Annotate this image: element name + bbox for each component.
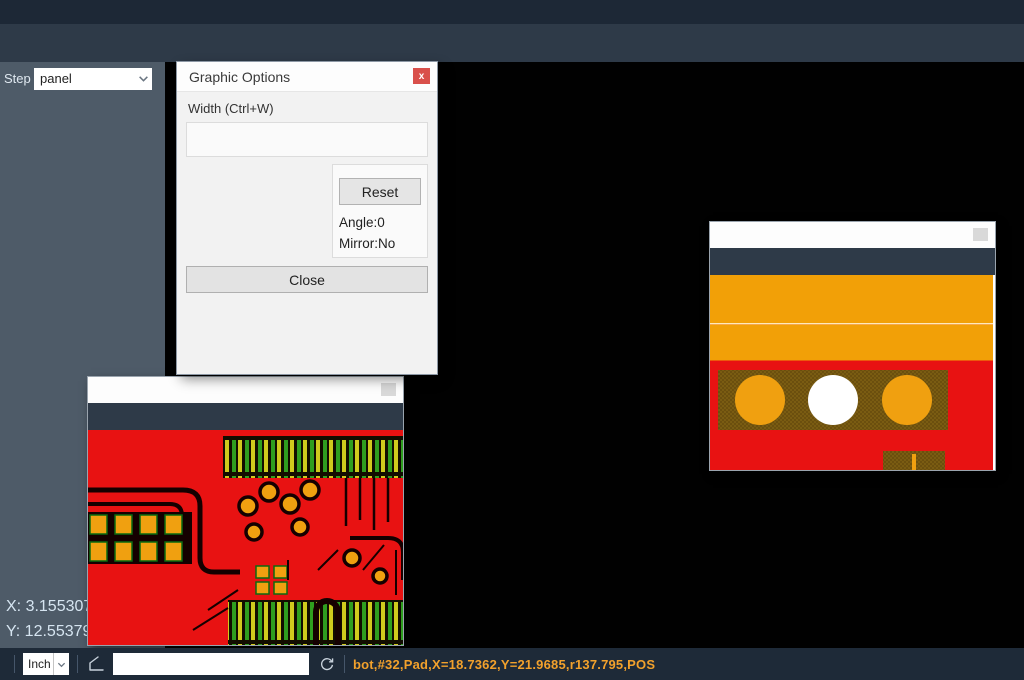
- chevron-down-icon: [53, 653, 69, 675]
- detail-zoom-popup: [88, 377, 403, 645]
- chevron-down-icon: [134, 73, 152, 84]
- transform-panel: Reset Angle:0 Mirror:No: [332, 164, 428, 258]
- detail-zoom-titlebar[interactable]: [88, 377, 403, 403]
- width-label: Width (Ctrl+W): [188, 101, 428, 116]
- width-mode-group: [186, 122, 428, 157]
- dialog-titlebar[interactable]: Graphic Options x: [177, 62, 437, 92]
- step-select-value: panel: [34, 71, 134, 86]
- mirror-readout: Mirror:No: [339, 236, 421, 251]
- angle-readout: Angle:0: [339, 215, 421, 230]
- detail-zoom-toolbar: [88, 403, 403, 430]
- cursor-x-readout: X: 3.155307: [6, 594, 100, 620]
- cursor-y-readout: Y: 12.553794: [6, 619, 100, 645]
- refresh-icon[interactable]: [318, 655, 336, 673]
- step-label: Step: [4, 71, 34, 86]
- step-select[interactable]: panel: [34, 68, 152, 90]
- reset-button[interactable]: Reset: [339, 178, 421, 205]
- menu-bar: [0, 0, 1024, 24]
- selection-status-message: bot,#32,Pad,X=18.7362,Y=21.9685,r137.795…: [353, 657, 655, 672]
- detail-zoom-view[interactable]: [88, 430, 403, 645]
- area-zoom-popup: [710, 222, 995, 470]
- dialog-body: Width (Ctrl+W) Reset Angle:0 Mirror:No: [177, 92, 437, 258]
- area-zoom-titlebar[interactable]: [710, 222, 995, 248]
- option-checkbox-list: [186, 164, 325, 258]
- area-zoom-view[interactable]: [710, 275, 993, 470]
- unit-select[interactable]: Inch: [23, 653, 69, 675]
- graphic-options-dialog: Graphic Options x Width (Ctrl+W) Reset A…: [177, 62, 437, 374]
- step-row: Step panel: [0, 62, 165, 95]
- close-button[interactable]: Close: [186, 266, 428, 293]
- close-icon[interactable]: x: [413, 68, 430, 84]
- cursor-coordinates: X: 3.155307 Y: 12.553794: [6, 594, 100, 645]
- application-window: Step panel X: 3.155307 Y: 12.553794: [0, 0, 1024, 680]
- status-bar: Inch bot,#32,Pad,X=18.7362,Y=21.9685,r13…: [0, 648, 1024, 680]
- unit-value: Inch: [23, 657, 53, 671]
- popup-window-button[interactable]: [973, 228, 988, 241]
- popup-window-button[interactable]: [381, 383, 396, 396]
- dialog-title: Graphic Options: [189, 69, 290, 85]
- area-zoom-toolbar: [710, 248, 995, 275]
- main-toolbar: [0, 24, 1024, 62]
- snap-angle-icon[interactable]: [86, 654, 106, 674]
- command-input[interactable]: [113, 653, 309, 675]
